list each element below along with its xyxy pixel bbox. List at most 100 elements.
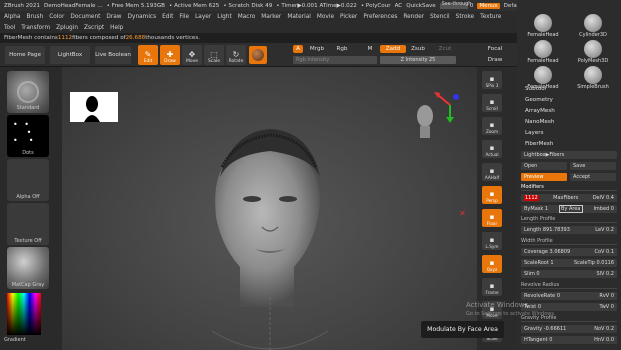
preview-button[interactable]: Preview	[521, 173, 567, 181]
z-intensity-slider[interactable]: Z Intensity 25	[380, 56, 456, 64]
menu-preferences[interactable]: Preferences	[363, 14, 397, 20]
ac-label[interactable]: AC	[395, 3, 403, 9]
modifiers-header[interactable]: Modifiers	[521, 184, 617, 191]
zadd-button[interactable]: Zadd	[380, 45, 406, 53]
rgb-button[interactable]: Rgb	[334, 45, 350, 53]
persp-button[interactable]: ▪ Persp	[482, 186, 502, 204]
scale-button[interactable]: ⬚ Scale	[204, 45, 224, 65]
twv-slider[interactable]: TwV 0	[599, 304, 614, 310]
color-picker[interactable]	[7, 293, 41, 335]
edit-button[interactable]: ✎ Edit	[138, 45, 158, 65]
length-profile-header[interactable]: Length Profile	[521, 216, 617, 223]
slv-slider[interactable]: SlV 0.2	[596, 271, 614, 277]
menu-tool[interactable]: Tool	[4, 25, 15, 31]
quicksave-button[interactable]: QuickSave	[406, 3, 436, 9]
tool-menu-fibermesh[interactable]: FiberMesh	[525, 141, 553, 147]
tool-thumb-femalehead[interactable]: FemaleHead	[519, 66, 567, 100]
home-page-button[interactable]: Home Page	[5, 46, 45, 64]
menu-brush[interactable]: Brush	[26, 14, 43, 20]
rgb-intensity-slider[interactable]: Rgb Intensity	[293, 56, 377, 64]
menu-help[interactable]: Help	[110, 25, 123, 31]
menu-document[interactable]: Document	[70, 14, 100, 20]
rvv-slider[interactable]: RvV 0	[599, 293, 614, 299]
menu-zscript[interactable]: Zscript	[84, 25, 104, 31]
tool-menu-layers[interactable]: Layers	[525, 130, 544, 136]
a-button[interactable]: A	[293, 45, 303, 53]
rotate-button[interactable]: ↻ Rotate	[226, 45, 246, 65]
menu-transform[interactable]: Transform	[21, 25, 50, 31]
canvas-viewport[interactable]: ✕	[62, 67, 477, 350]
see-through-slider[interactable]: See-through 0	[439, 2, 473, 9]
slim-slider[interactable]: Slim 0	[524, 271, 540, 277]
menu-texture[interactable]: Texture	[480, 14, 501, 20]
scaleroot-slider[interactable]: ScaleRoot 1	[524, 260, 554, 266]
cov-slider[interactable]: CoV 0.1	[594, 249, 614, 255]
spix-slider[interactable]: ▪ SPix 3	[482, 71, 502, 89]
open-button[interactable]: Open	[521, 162, 567, 170]
scroll-button[interactable]: ▪ Scroll	[482, 94, 502, 112]
menus-button[interactable]: Menus	[477, 2, 500, 9]
focal-shift-slider[interactable]: Focal	[487, 45, 503, 53]
imbed-slider[interactable]: Imbed 0	[593, 206, 614, 212]
lightbox-button[interactable]: LightBox	[50, 46, 90, 64]
menu-file[interactable]: File	[179, 14, 189, 20]
menu-alpha[interactable]: Alpha	[4, 14, 20, 20]
menu-macro[interactable]: Macro	[238, 14, 256, 20]
menu-render[interactable]: Render	[403, 14, 424, 20]
gravity-slider[interactable]: Gravity -0.66611	[524, 326, 566, 332]
floor-button[interactable]: ▪ Floor	[482, 209, 502, 227]
menu-color[interactable]: Color	[49, 14, 64, 20]
lightbox-fibers-button[interactable]: Lightbox▶Fibers	[521, 151, 617, 159]
move-button[interactable]: ✥ Move	[182, 45, 202, 65]
menu-movie[interactable]: Movie	[317, 14, 334, 20]
bymask-slider[interactable]: ByMask 1	[524, 206, 548, 212]
menu-material[interactable]: Material	[287, 14, 311, 20]
material-swatch[interactable]	[249, 46, 267, 64]
menu-marker[interactable]: Marker	[261, 14, 281, 20]
menu-picker[interactable]: Picker	[340, 14, 357, 20]
byarea-button[interactable]: By Area	[559, 205, 583, 213]
coverage-slider[interactable]: Coverage 3.06809	[524, 249, 570, 255]
lev-slider[interactable]: LeV 0.2	[595, 227, 614, 233]
m-button[interactable]: M	[365, 45, 375, 53]
zoom-button[interactable]: ▪ Zoom	[482, 117, 502, 135]
mrgb-button[interactable]: Mrgb	[306, 45, 328, 53]
menu-light[interactable]: Light	[217, 14, 231, 20]
menu-layer[interactable]: Layer	[195, 14, 211, 20]
tool-menu-subtool[interactable]: Subtool	[525, 86, 546, 92]
accept-button[interactable]: Accept	[570, 173, 616, 181]
tool-menu-arraymesh[interactable]: ArrayMesh	[525, 108, 555, 114]
menu-stencil[interactable]: Stencil	[430, 14, 450, 20]
actual-button[interactable]: ▪ Actual	[482, 140, 502, 158]
length-slider[interactable]: Length 891.78393	[524, 227, 570, 233]
grv-slider[interactable]: NoV 0.2	[594, 326, 614, 332]
tool-menu-geometry[interactable]: Geometry	[525, 97, 553, 103]
htangent-slider[interactable]: HTangent 0	[524, 337, 552, 343]
zcut-button[interactable]: Zcut	[436, 45, 454, 53]
hnv-slider[interactable]: HnV 0.0	[594, 337, 614, 343]
revolverate-slider[interactable]: RevolveRate 0	[524, 293, 560, 299]
tool-thumb-simplebrush[interactable]: SimpleBrush	[569, 66, 617, 100]
save-button[interactable]: Save	[570, 162, 616, 170]
aahalf-button[interactable]: ▪ AAHalf	[482, 163, 502, 181]
gradient-label[interactable]: Gradient	[4, 337, 60, 343]
draw-size-slider[interactable]: Draw	[487, 56, 503, 64]
frame-button[interactable]: ▪ Frame	[482, 278, 502, 296]
menu-draw[interactable]: Draw	[106, 14, 121, 20]
zsub-button[interactable]: Zsub	[408, 45, 428, 53]
revolve-radius-header[interactable]: Revolve Radius	[521, 282, 617, 289]
xyz-button[interactable]: ▪ Qxyz	[482, 255, 502, 273]
tool-menu-nanomesh[interactable]: NanoMesh	[525, 119, 554, 125]
maxfibers-slider[interactable]: 1112 MaxFibers DelV 0.4	[521, 194, 617, 202]
menu-edit[interactable]: Edit	[162, 14, 173, 20]
scaletip-slider[interactable]: ScaleTip 0.0116	[574, 260, 614, 266]
draw-button[interactable]: ✚ Draw	[160, 45, 180, 65]
axis-gizmo-icon[interactable]	[430, 85, 470, 125]
menu-stroke[interactable]: Stroke	[456, 14, 474, 20]
menu-zplugin[interactable]: Zplugin	[56, 25, 78, 31]
menu-dynamics[interactable]: Dynamics	[128, 14, 157, 20]
live-boolean-button[interactable]: Live Boolean	[95, 46, 131, 64]
local-symmetry-button[interactable]: ▪ L.Sym	[482, 232, 502, 250]
width-profile-header[interactable]: Width Profile	[521, 238, 617, 245]
close-icon[interactable]: ✕	[459, 209, 466, 218]
